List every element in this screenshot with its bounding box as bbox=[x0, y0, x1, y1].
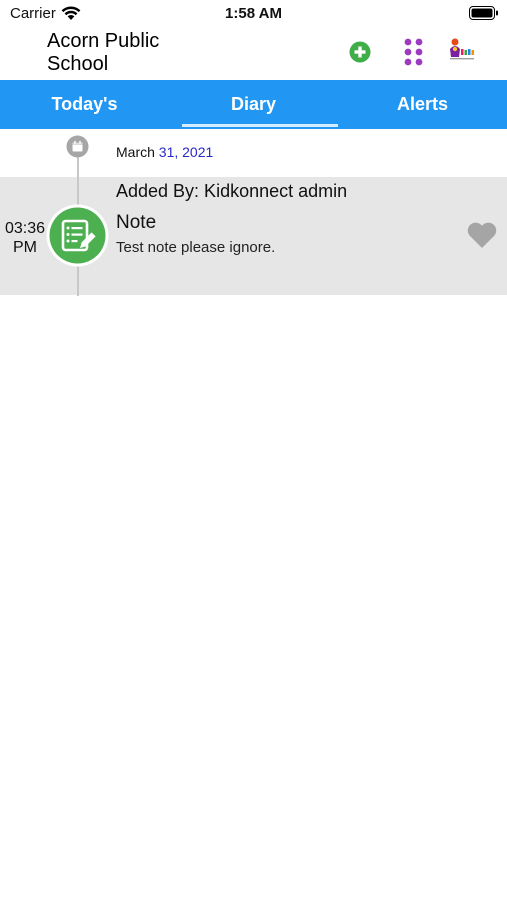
add-circle-icon[interactable] bbox=[349, 41, 371, 63]
entry-type: Note bbox=[116, 212, 157, 233]
status-time: 1:58 AM bbox=[225, 5, 282, 22]
date-day-year: 31, 2021 bbox=[158, 144, 214, 160]
active-tab-indicator bbox=[182, 124, 338, 127]
kidkonnect-logo-icon[interactable] bbox=[446, 37, 478, 63]
battery-icon bbox=[469, 6, 498, 20]
school-name: Acorn Public School bbox=[47, 30, 160, 75]
home-indicator bbox=[0, 890, 507, 900]
tab-alerts[interactable]: Alerts bbox=[338, 80, 507, 129]
entry-added-by: Added By: Kidkonnect admin bbox=[116, 181, 348, 201]
entry-text: Test note please ignore. bbox=[116, 239, 276, 256]
calendar-icon bbox=[66, 135, 89, 158]
tab-label: Diary bbox=[230, 94, 277, 114]
diary-entry[interactable]: 03:36 PM Added By: Kidkonnect admin Note… bbox=[0, 177, 507, 295]
tab-label: Today's bbox=[51, 94, 118, 114]
tab-label: Alerts bbox=[396, 94, 449, 114]
date-header: March 31, 2021 bbox=[0, 130, 507, 177]
date-month: March bbox=[116, 144, 155, 160]
tab-diary[interactable]: Diary bbox=[169, 80, 338, 129]
status-bar: Carrier 1:58 AM bbox=[0, 0, 507, 28]
entry-time: 03:36 PM bbox=[4, 220, 46, 256]
apps-grid-icon[interactable] bbox=[403, 38, 425, 66]
diary-date: March 31, 2021 bbox=[116, 144, 213, 160]
app-header: Acorn Public School bbox=[0, 28, 507, 80]
heart-icon[interactable] bbox=[466, 221, 498, 249]
note-edit-icon bbox=[46, 204, 109, 267]
tab-bar: Today's Diary Alerts bbox=[0, 80, 507, 129]
tab-todays[interactable]: Today's bbox=[0, 80, 169, 129]
